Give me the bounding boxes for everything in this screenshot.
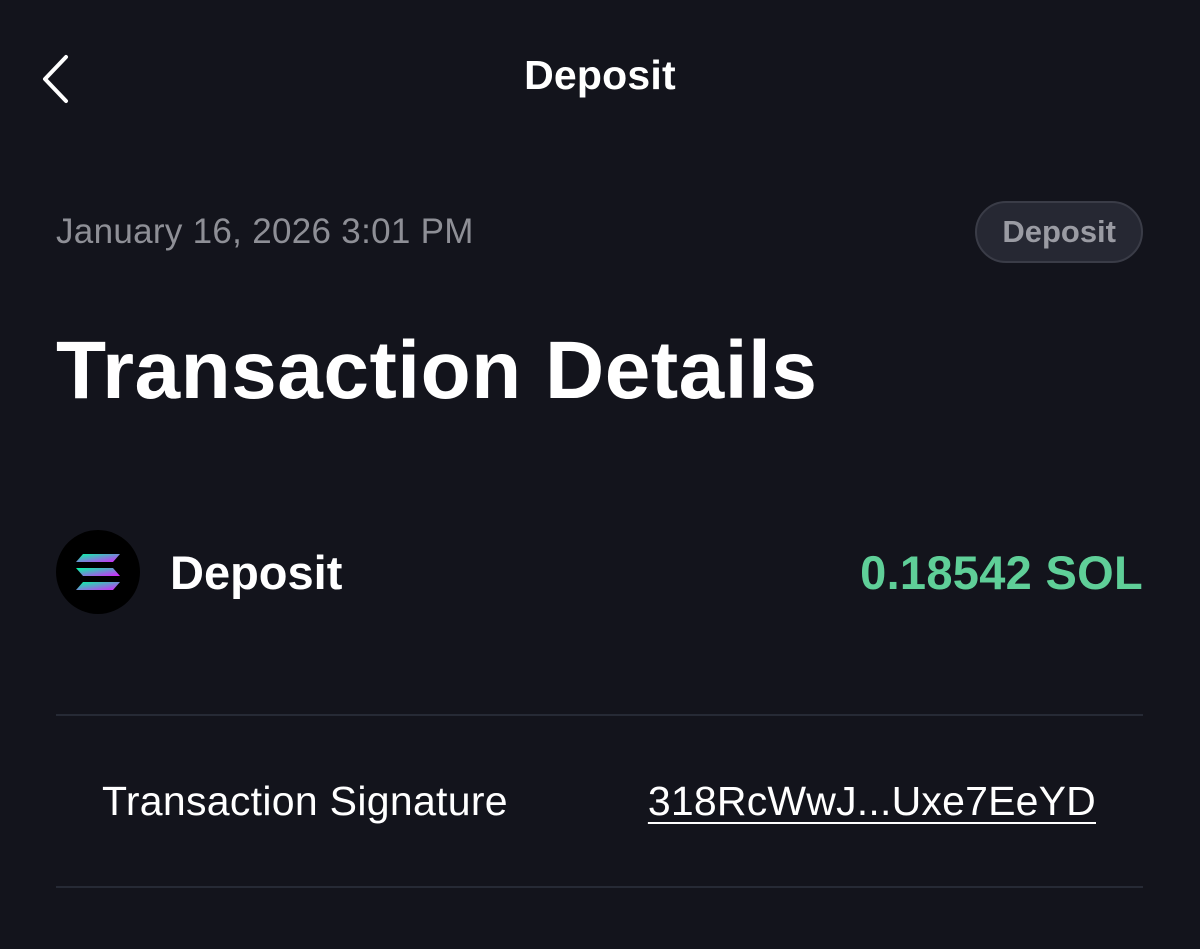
signature-row: Transaction Signature 318RcWwJ...Uxe7EeY… [102,770,1096,832]
transaction-type-badge: Deposit [975,201,1143,263]
signature-link[interactable]: 318RcWwJ...Uxe7EeYD [648,778,1096,825]
signature-label: Transaction Signature [102,777,508,824]
header-title: Deposit [524,52,676,98]
header-bar: Deposit [0,0,1200,156]
asset-row: Deposit 0.18542 SOL [56,530,1143,614]
transaction-meta-row: January 16, 2026 3:01 PM Deposit [56,198,1143,266]
divider [56,886,1143,888]
asset-label: Deposit [170,545,343,599]
transaction-date: January 16, 2026 3:01 PM [56,212,474,251]
page-title: Transaction Details [56,325,818,416]
divider [56,714,1143,716]
solana-logo-icon [56,530,140,614]
deposit-amount: 0.18542 SOL [860,545,1143,599]
